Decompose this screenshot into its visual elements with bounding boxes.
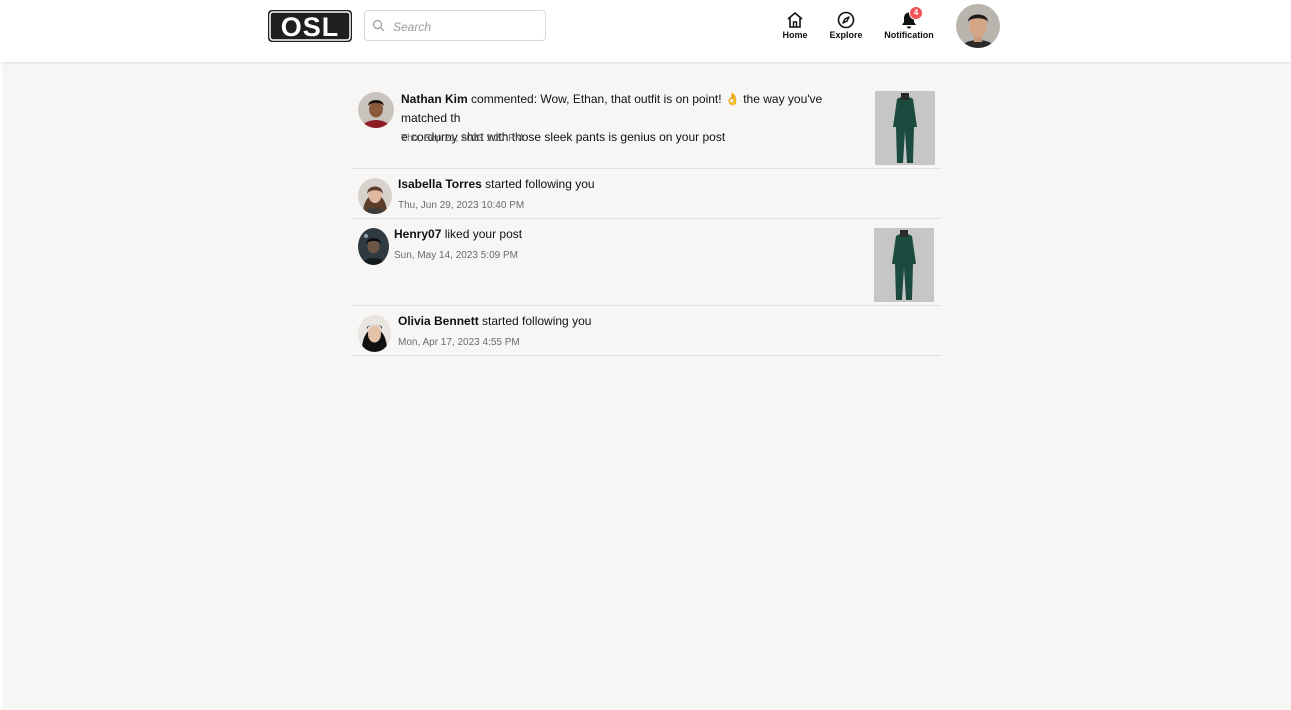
nav-explore[interactable]: Explore (828, 8, 864, 44)
notification-item[interactable]: Henry07 liked your post Sun, May 14, 202… (352, 219, 941, 306)
post-thumbnail[interactable] (874, 228, 934, 302)
search-box[interactable] (364, 10, 546, 41)
notification-username[interactable]: Nathan Kim (401, 92, 468, 106)
search-icon (372, 19, 385, 32)
notification-username[interactable]: Henry07 (394, 227, 441, 241)
nav-notification[interactable]: 4 Notification (882, 6, 936, 44)
notification-username[interactable]: Olivia Bennett (398, 314, 479, 328)
notification-timestamp: Thu, Sep 21, 2023 1:27 PM (401, 133, 524, 144)
nav-explore-label: Explore (829, 30, 863, 40)
search-input[interactable] (391, 17, 540, 37)
home-icon (787, 12, 803, 28)
notifications-list: Nathan Kim commented: Wow, Ethan, that o… (352, 84, 941, 356)
notification-badge: 4 (909, 6, 923, 20)
notification-text: Olivia Bennett started following you (398, 312, 591, 331)
notification-action: liked your post (441, 227, 523, 241)
user-avatar[interactable] (358, 228, 389, 265)
notifications-page: Nathan Kim commented: Wow, Ethan, that o… (2, 62, 1291, 710)
notification-timestamp: Mon, Apr 17, 2023 4:55 PM (398, 337, 520, 348)
user-avatar[interactable] (358, 92, 394, 128)
notification-item[interactable]: Olivia Bennett started following you Mon… (352, 306, 941, 356)
profile-avatar[interactable] (956, 4, 1000, 48)
notification-item[interactable]: Isabella Torres started following you Th… (352, 169, 941, 219)
notification-action: started following you (478, 314, 592, 328)
notification-timestamp: Sun, May 14, 2023 5:09 PM (394, 250, 518, 261)
osl-logo[interactable]: OSL (268, 10, 352, 42)
nav-home-label: Home (782, 30, 808, 40)
nav-notification-label: Notification (884, 30, 934, 40)
notification-text: Isabella Torres started following you (398, 175, 595, 194)
notification-username[interactable]: Isabella Torres (398, 177, 482, 191)
post-thumbnail[interactable] (875, 91, 935, 165)
notification-action: started following you (481, 177, 595, 191)
user-avatar[interactable] (358, 315, 391, 352)
nav-home[interactable]: Home (780, 8, 810, 44)
top-navigation-bar: OSL Home Explore 4 Noti (0, 0, 1291, 62)
svg-text:OSL: OSL (281, 12, 340, 42)
user-avatar[interactable] (358, 178, 392, 214)
notification-text: Henry07 liked your post (394, 225, 522, 244)
notification-item[interactable]: Nathan Kim commented: Wow, Ethan, that o… (352, 84, 941, 169)
compass-icon (837, 11, 855, 29)
notification-timestamp: Thu, Jun 29, 2023 10:40 PM (398, 200, 525, 211)
